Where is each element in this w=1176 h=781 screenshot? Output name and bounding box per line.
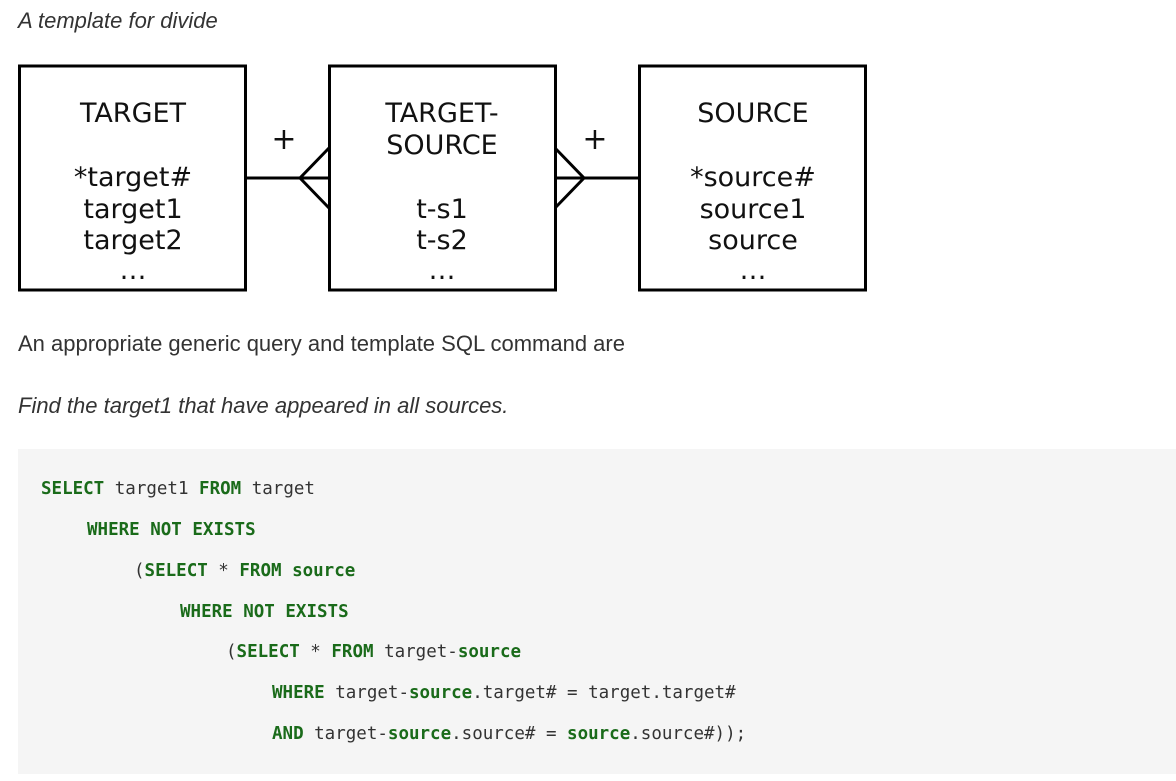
sql-keyword-token: SELECT [41,479,105,499]
target-source-entity-field: t-s1 [416,194,468,225]
sql-keyword-token: source [292,561,356,581]
sql-keyword-token: SELECT [144,561,208,581]
sql-keyword-token: FROM [239,561,282,581]
target-entity-field: target2 [83,225,182,256]
sql-text-token: ( [134,561,145,581]
sql-keyword-token: source [457,642,522,662]
sql-text-token: target- [373,642,458,662]
sql-keyword-token: EXISTS [192,520,256,540]
sql-text-token: target- [303,724,388,744]
sql-text-token [282,561,293,581]
code-line: WHERE NOT EXISTS [180,602,349,622]
target-entity-field: *target# [74,162,192,193]
sql-keyword-token: WHERE [87,520,140,540]
sql-text-token: * [299,642,332,662]
target-source-entity-title: TARGET- [384,98,498,129]
sql-text-token: .source# = [451,724,568,744]
code-line: WHERE target-source.target# = target.tar… [272,683,736,703]
target-entity-title: TARGET [79,98,187,129]
code-line: WHERE NOT EXISTS [87,520,256,540]
source-entity-title: SOURCE [697,98,808,129]
sql-keyword-token: WHERE [272,683,325,703]
sql-text-token: .target# = target.target# [472,683,736,703]
sql-keyword-token: source [387,724,452,744]
left-relationship-symbol: + [271,122,296,157]
target-source-entity-field: t-s2 [416,225,468,256]
target-source-entity-ellipsis: … [429,255,456,286]
sql-text-token: .source#)); [630,724,747,744]
code-line: (SELECT * FROM source [134,561,355,581]
sql-keyword-token: SELECT [236,642,300,662]
target-entity-ellipsis: … [120,255,147,286]
code-line: (SELECT * FROM target-source [226,642,521,662]
source-entity-field: source1 [700,194,807,225]
target-source-entity-title: SOURCE [386,130,497,161]
code-line: AND target-source.source# = source.sourc… [272,724,746,744]
query-question: Find the target1 that have appeared in a… [18,393,509,418]
source-entity-ellipsis: … [740,255,767,286]
sql-text-token [275,602,286,622]
sql-keyword-token: AND [272,724,304,744]
sql-keyword-token: source [408,683,473,703]
sql-text-token: * [207,561,240,581]
code-line: SELECT target1 FROM target [41,479,315,499]
sql-text-token: target [241,479,315,499]
source-entity-field: source [708,225,798,256]
target-entity-field: target1 [83,194,182,225]
sql-code-block: SELECT target1 FROM target WHERE NOT EXI… [18,449,1176,774]
sql-keyword-token: FROM [331,642,374,662]
sql-text-token: target- [324,683,409,703]
sql-keyword-token: source [567,724,631,744]
sql-keyword-token: NOT [150,520,182,540]
right-relationship-symbol: + [582,122,607,157]
sql-keyword-token: EXISTS [285,602,349,622]
sql-text-token: ( [226,642,237,662]
er-diagram: TARGET *target# target1 target2 … TARGET… [18,64,867,292]
sql-keyword-token: WHERE [180,602,233,622]
sql-text-token [233,602,244,622]
sql-text-token [182,520,193,540]
sql-keyword-token: FROM [199,479,242,499]
sql-keyword-token: NOT [243,602,275,622]
source-entity-field: *source# [690,162,816,193]
intro-paragraph: An appropriate generic query and templat… [18,331,625,356]
sql-text-token [140,520,151,540]
sql-text-token: target1 [104,479,200,499]
